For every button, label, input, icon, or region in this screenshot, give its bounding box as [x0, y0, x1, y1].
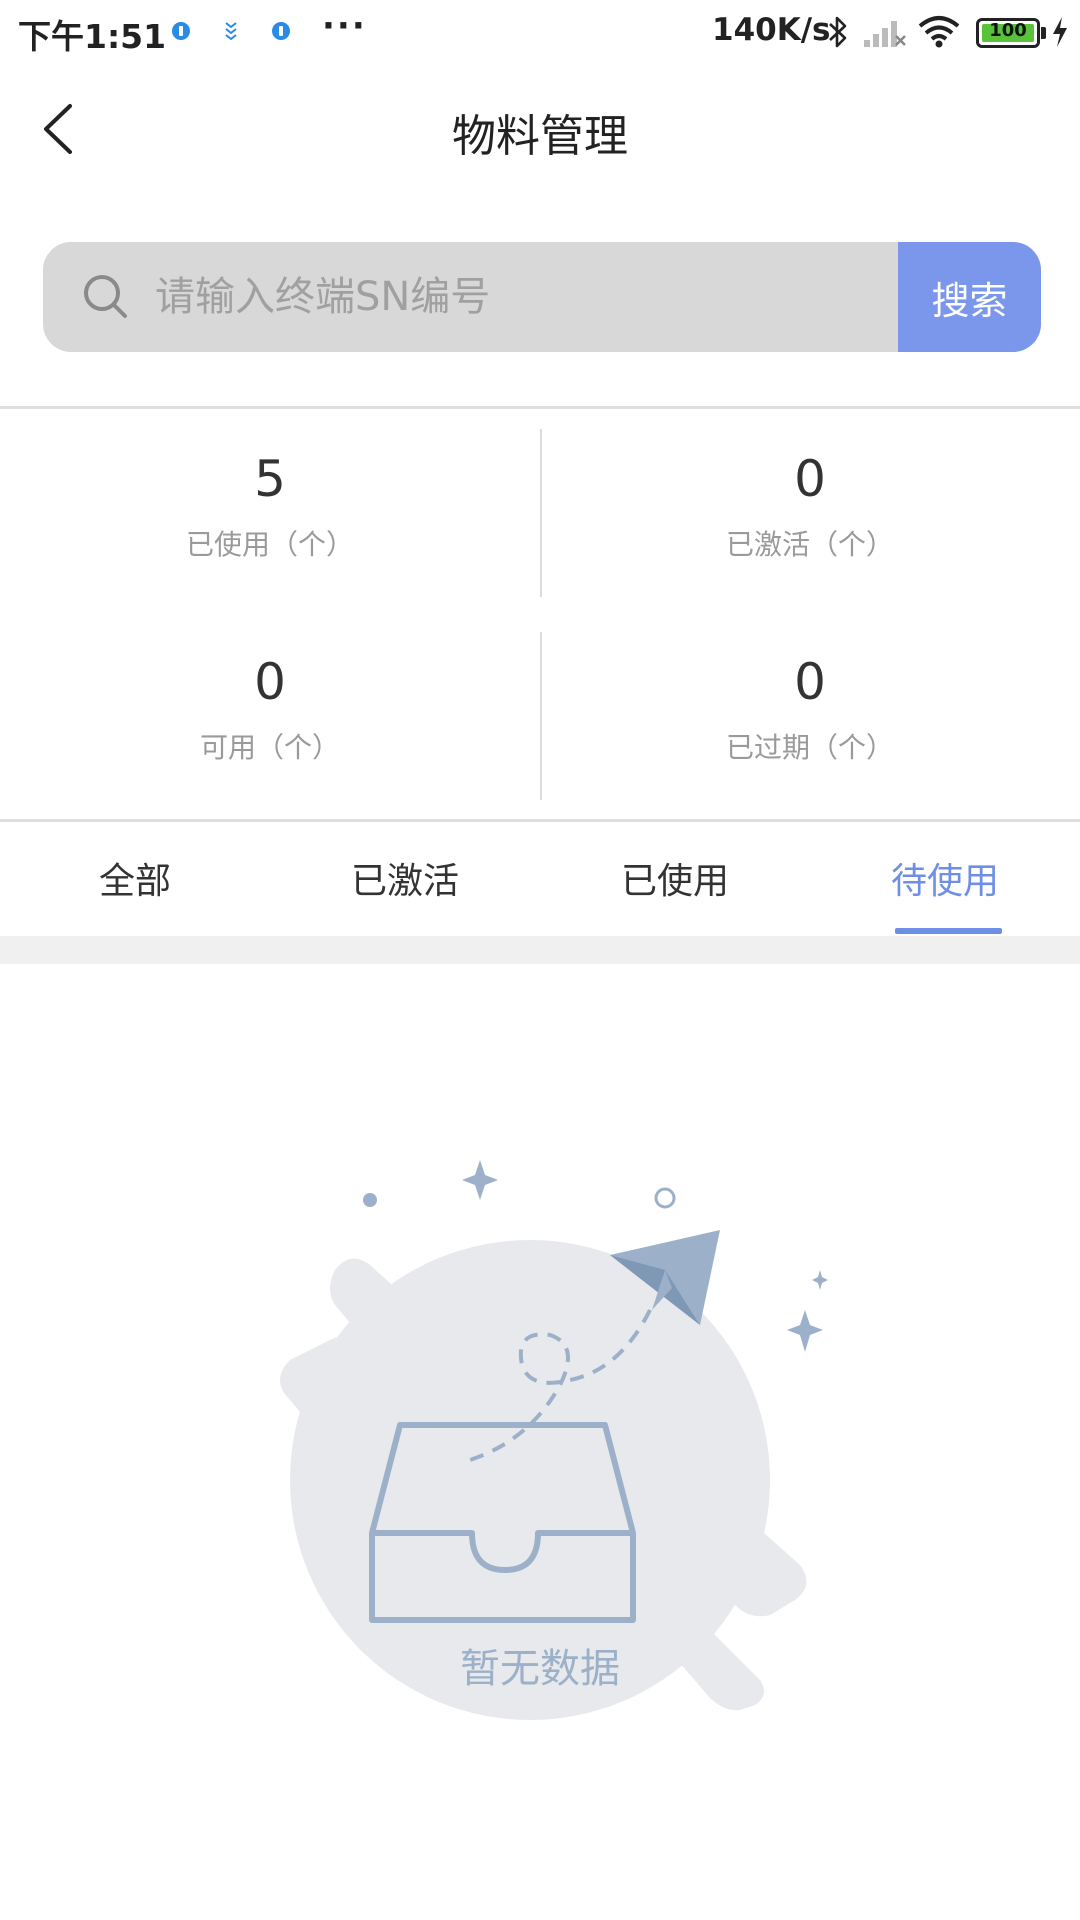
active-tab-indicator: [895, 928, 1002, 934]
stat-activated-label: 已激活（个）: [725, 528, 894, 561]
bluetooth-icon: [829, 16, 847, 48]
stat-separator: [540, 632, 542, 800]
stat-separator: [540, 429, 542, 597]
stat-activated-value: 0: [794, 450, 826, 508]
signal-icon: [864, 21, 906, 47]
stat-expired-value: 0: [794, 653, 826, 711]
stats-grid: 5 已使用（个） 0 已激活（个） 0 可用（个） 0 已过期（个）: [0, 409, 1080, 819]
tab-all[interactable]: 全部: [0, 852, 270, 904]
more-notifications-icon: ···: [322, 6, 367, 46]
stat-activated: 0 已激活（个）: [540, 449, 1080, 563]
notification-app-icon: [225, 22, 237, 41]
search-button[interactable]: 搜索: [898, 242, 1041, 352]
stat-available-value: 0: [254, 653, 286, 711]
network-speed: 140K/s: [712, 12, 831, 48]
notification-info-icon: [172, 22, 190, 40]
stat-expired: 0 已过期（个）: [540, 652, 1080, 766]
page-title: 物料管理: [452, 111, 628, 162]
section-separator: [0, 936, 1080, 964]
stat-used-value: 5: [254, 450, 286, 508]
tab-activated[interactable]: 已激活: [270, 852, 540, 904]
empty-state-text: 暂无数据: [460, 1646, 620, 1692]
status-time: 下午1:51: [18, 17, 167, 56]
stat-available-label: 可用（个）: [199, 731, 340, 764]
tab-used[interactable]: 已使用: [540, 852, 810, 904]
search-bar: 搜索: [43, 242, 1041, 352]
app-header: 物料管理: [0, 66, 1080, 192]
wifi-icon: [918, 16, 960, 48]
battery-tip: [1041, 27, 1046, 39]
filter-tabs: 全部 已激活 已使用 待使用: [0, 822, 1080, 936]
search-icon: [84, 275, 127, 318]
battery-level: 100: [989, 20, 1027, 41]
tab-pending[interactable]: 待使用: [810, 852, 1080, 904]
notification-info-icon-2: [272, 22, 290, 40]
stat-expired-label: 已过期（个）: [725, 731, 894, 764]
battery-icon: 100: [976, 18, 1040, 48]
stat-available: 0 可用（个）: [0, 652, 540, 766]
stat-used: 5 已使用（个）: [0, 449, 540, 563]
stat-used-label: 已使用（个）: [185, 528, 354, 561]
status-bar: 下午1:51 ··· 140K/s 100: [0, 0, 1080, 66]
search-input[interactable]: [155, 242, 895, 352]
charging-icon: [1053, 17, 1067, 47]
